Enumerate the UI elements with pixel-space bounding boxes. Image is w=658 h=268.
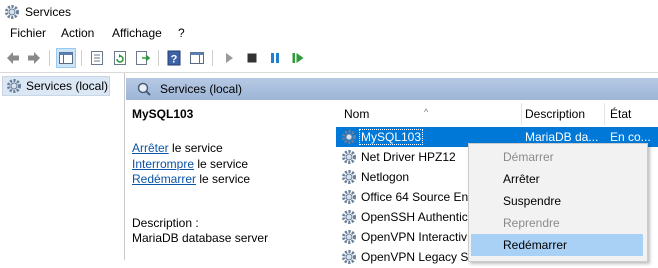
service-name: OpenSSH Authentic (361, 210, 468, 224)
action-suffix: le service (196, 172, 251, 186)
context-item-label: Reprendre (503, 216, 560, 230)
pane-header: Services (local) (126, 78, 658, 100)
menu-affichage[interactable]: Affichage (110, 26, 164, 40)
service-gear-icon (341, 149, 357, 165)
service-name: OpenVPN Legacy Se (361, 250, 476, 264)
toolbar-separator (158, 50, 159, 66)
forward-arrow-icon[interactable] (25, 49, 43, 67)
context-item-suspend[interactable]: Suspendre (471, 190, 643, 212)
description-text: MariaDB database server (132, 231, 269, 245)
context-item-start: Démarrer (471, 146, 643, 168)
service-gear-icon (341, 189, 357, 205)
service-gear-icon (341, 229, 357, 245)
pane-title: Services (local) (160, 82, 243, 96)
column-header-state[interactable]: État (605, 100, 658, 126)
tree-item-label: Services (local) (26, 79, 109, 93)
context-item-resume: Reprendre (471, 212, 643, 234)
console-tree: Services (local) (0, 73, 125, 260)
action-suffix: le service (168, 141, 223, 155)
services-search-icon (136, 81, 152, 97)
service-gear-icon (341, 249, 357, 265)
show-hide-tree-icon[interactable] (56, 48, 76, 68)
menu-action[interactable]: Action (59, 26, 96, 40)
column-state-label: État (610, 107, 632, 121)
refresh-icon[interactable] (111, 49, 129, 67)
service-gear-icon (341, 209, 357, 225)
tree-item-services-local[interactable]: Services (local) (2, 76, 110, 96)
column-name-label: Nom (344, 107, 370, 121)
action-restart: Redémarrer le service (132, 172, 250, 186)
column-header-description[interactable]: Description (522, 100, 606, 126)
service-gear-icon (341, 129, 357, 145)
context-item-label: Redémarrer (503, 238, 568, 252)
menu-bar: Fichier Action Affichage ? (0, 24, 658, 44)
context-menu: Démarrer Arrêter Suspendre Reprendre Red… (468, 143, 648, 262)
services-gear-icon (4, 4, 20, 20)
context-item-label: Arrêter (503, 172, 540, 186)
toolbar: ? (0, 44, 658, 73)
service-gear-icon (341, 169, 357, 185)
pause-service-link[interactable]: Interrompre (132, 157, 194, 171)
stop-icon[interactable] (243, 49, 261, 67)
menu-help[interactable]: ? (176, 26, 187, 40)
service-name: Office 64 Source Eng (361, 190, 475, 204)
properties-icon[interactable] (88, 49, 106, 67)
title-bar: Services (0, 0, 658, 24)
console-view-icon[interactable] (188, 49, 206, 67)
description-label: Description : (132, 216, 199, 230)
back-arrow-icon[interactable] (4, 49, 22, 67)
export-list-icon[interactable] (134, 49, 152, 67)
menu-fichier[interactable]: Fichier (8, 26, 48, 40)
service-name: OpenVPN Interactiv (361, 230, 468, 244)
service-name: MySQL103 (358, 129, 424, 145)
context-item-label: Démarrer (503, 150, 554, 164)
selected-service-name: MySQL103 (132, 107, 194, 121)
service-name: Netlogon (361, 170, 410, 184)
context-item-stop[interactable]: Arrêter (471, 168, 643, 190)
service-description: MariaDB da... (525, 130, 599, 144)
svg-text:?: ? (171, 54, 178, 66)
context-item-restart[interactable]: Redémarrer (471, 234, 643, 256)
toolbar-separator (49, 50, 50, 66)
help-icon[interactable]: ? (165, 49, 183, 67)
column-header-name[interactable]: ^ Nom (336, 100, 524, 126)
column-description-label: Description (525, 107, 586, 121)
play-icon[interactable] (220, 49, 238, 67)
service-state: En co... (610, 130, 651, 144)
action-stop: Arrêter le service (132, 141, 223, 155)
pause-icon[interactable] (266, 49, 284, 67)
restart-service-link[interactable]: Redémarrer (132, 172, 196, 186)
action-suffix: le service (194, 157, 249, 171)
service-name: Net Driver HPZ12 (361, 150, 456, 164)
toolbar-separator (212, 50, 213, 66)
toolbar-separator (81, 50, 82, 66)
sort-ascending-icon: ^ (424, 107, 429, 117)
context-item-label: Suspendre (503, 194, 562, 208)
action-pause: Interrompre le service (132, 157, 248, 171)
window-title: Services (25, 5, 72, 19)
services-gear-icon (6, 78, 22, 94)
restart-icon[interactable] (289, 49, 307, 67)
stop-service-link[interactable]: Arrêter (132, 141, 169, 155)
